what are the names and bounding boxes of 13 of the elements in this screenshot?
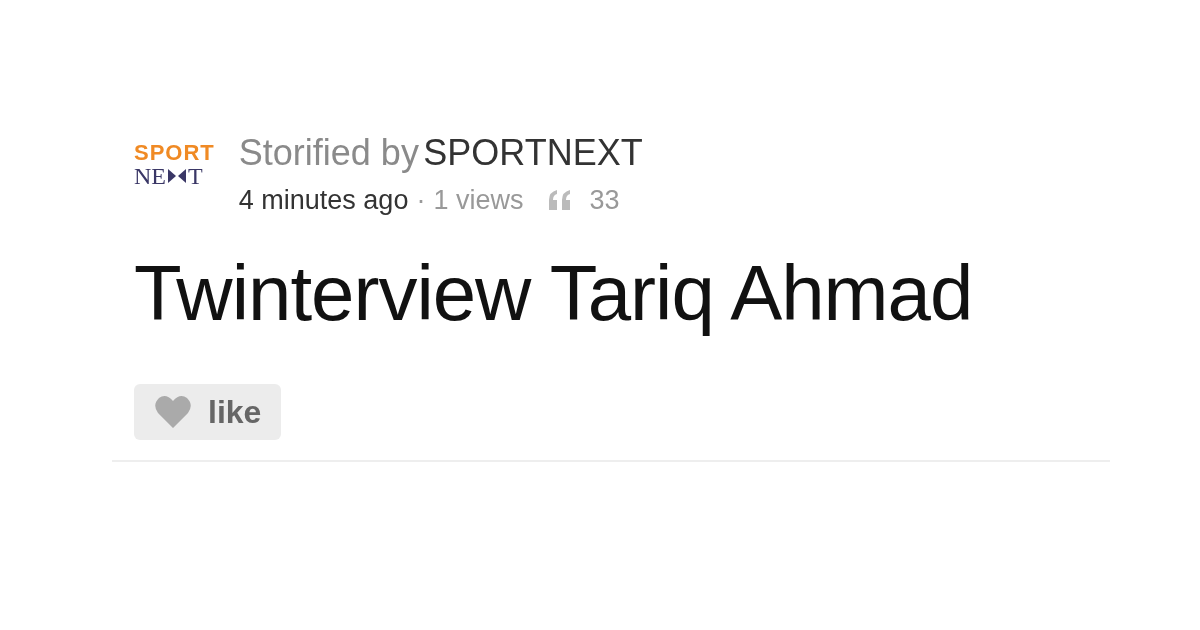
separator: · <box>416 184 426 217</box>
quote-count: 33 <box>589 184 620 217</box>
view-count: 1 views <box>433 184 524 217</box>
story-title: Twinterview Tariq Ahmad <box>134 250 974 337</box>
like-button[interactable]: like <box>134 384 282 441</box>
logo-text: T <box>188 164 203 188</box>
logo-text: NE <box>134 164 166 188</box>
timestamp: 4 minutes ago <box>238 184 409 217</box>
heart-icon <box>154 395 192 430</box>
logo-text: SPORT <box>134 142 215 164</box>
arrows-icon <box>166 167 188 185</box>
byline-label: Storified by <box>238 132 419 173</box>
author-link[interactable]: SPORTNEXT <box>423 132 643 173</box>
